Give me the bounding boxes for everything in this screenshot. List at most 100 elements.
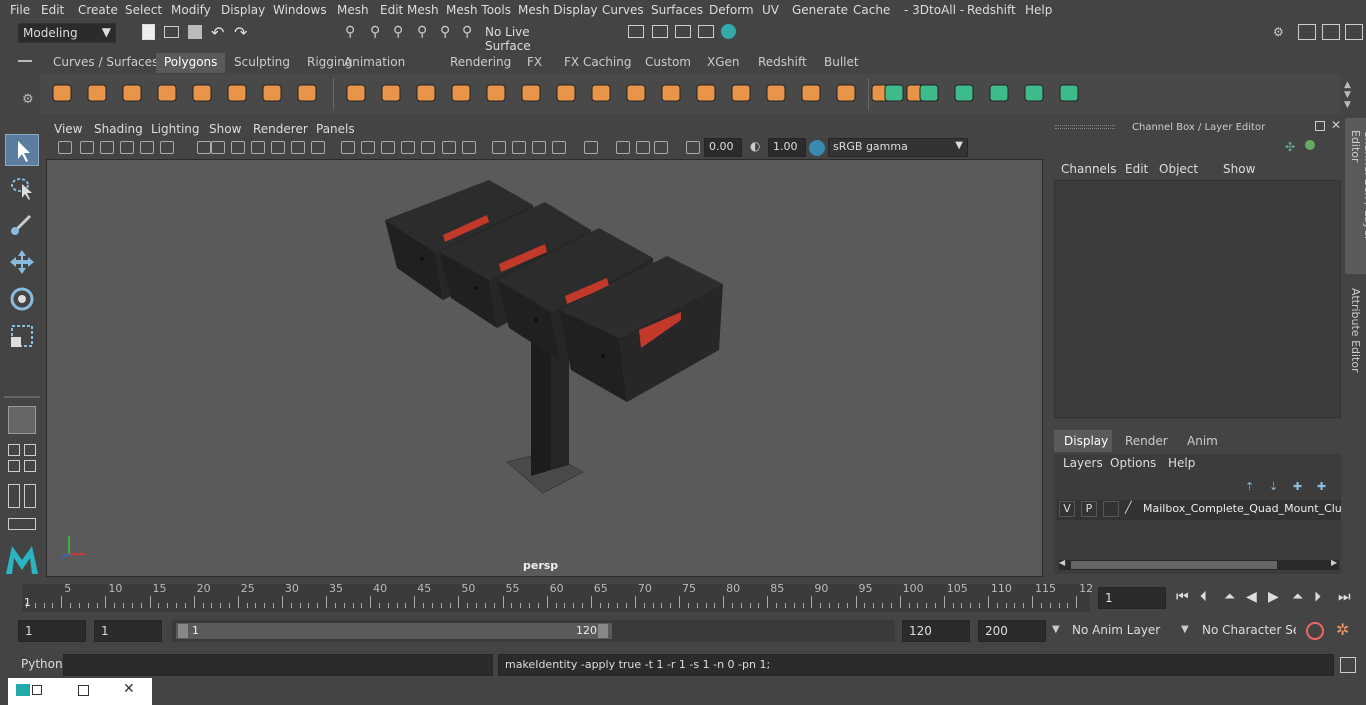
layer-playback-toggle[interactable]: P — [1081, 501, 1097, 517]
pyramid-icon[interactable] — [258, 79, 286, 107]
undo-icon[interactable]: ↶ — [211, 23, 227, 42]
shelf-tab-rendering[interactable]: Rendering — [442, 53, 519, 73]
new-layer-selected-icon[interactable]: ✚ — [1317, 480, 1326, 493]
smooth-icon[interactable] — [482, 79, 510, 107]
range-slider-bar[interactable] — [176, 623, 612, 639]
menu-file[interactable]: File — [10, 3, 30, 17]
time-editor-icon[interactable] — [8, 518, 36, 530]
close-icon[interactable]: ✕ — [1331, 118, 1341, 132]
menu-uv[interactable]: UV — [762, 3, 779, 17]
menu-curves[interactable]: Curves — [602, 3, 644, 17]
menu-modify[interactable]: Modify — [171, 3, 211, 17]
next-key-icon[interactable]: ⏶ — [1292, 589, 1303, 605]
script-editor-icon[interactable] — [1340, 657, 1356, 673]
menu-windows[interactable]: Windows — [273, 3, 327, 17]
select-object-icon[interactable]: ⚲ — [370, 24, 386, 40]
xray-components-icon[interactable] — [492, 141, 506, 154]
separate-icon[interactable] — [377, 79, 405, 107]
cylinder-icon[interactable] — [118, 79, 146, 107]
menu-display[interactable]: Display — [221, 3, 265, 17]
resolution-gate-icon[interactable] — [197, 141, 211, 154]
gamma-field[interactable]: 1.00 — [768, 138, 806, 157]
move-tool-icon[interactable] — [8, 248, 36, 279]
layer-menu-options[interactable]: Options — [1110, 456, 1156, 470]
layout-uv-icon[interactable] — [915, 79, 943, 107]
layer-color-icon[interactable]: ╱ — [1125, 501, 1132, 514]
select-hierarchy-icon[interactable]: ⚲ — [345, 24, 361, 40]
lights-icon[interactable] — [311, 141, 325, 154]
render-view-icon[interactable] — [652, 25, 668, 38]
panel-menu-renderer[interactable]: Renderer — [253, 122, 308, 136]
viewport-tool-28-icon[interactable] — [686, 141, 700, 154]
range-start-handle[interactable] — [178, 624, 188, 638]
frame-selected-icon[interactable] — [584, 141, 598, 154]
select-camera-icon[interactable] — [512, 141, 526, 154]
flat-shade-icon[interactable] — [271, 141, 285, 154]
move-layer-up-icon[interactable]: ⇡ — [1245, 480, 1254, 493]
command-input[interactable] — [63, 654, 493, 676]
live-surface-field[interactable]: No Live Surface — [481, 23, 581, 53]
close-icon[interactable]: ✕ — [123, 681, 135, 697]
auto-key-icon[interactable] — [1306, 622, 1324, 640]
menu-redshift[interactable]: Redshift — [967, 3, 1016, 17]
paint-select-icon[interactable] — [8, 210, 36, 241]
move-layer-down-icon[interactable]: ⇣ — [1269, 480, 1278, 493]
layer-tab-render[interactable]: Render — [1115, 430, 1173, 452]
animation-prefs-icon[interactable]: ✲ — [1336, 620, 1349, 639]
mode-selector[interactable]: Modeling ▼ — [18, 23, 116, 43]
side-tab-attribute-editor[interactable]: Attribute Editor — [1345, 280, 1366, 375]
outliner-layout-icon[interactable] — [24, 460, 36, 472]
range-end-handle[interactable] — [598, 624, 608, 638]
open-scene-icon[interactable] — [164, 26, 179, 38]
two-sided-icon[interactable] — [532, 141, 546, 154]
panel-menu-show[interactable]: Show — [209, 122, 241, 136]
shelf-tab-custom[interactable]: Custom — [637, 53, 699, 73]
layout-toggle-icon[interactable] — [1298, 24, 1316, 40]
pipe-icon[interactable] — [293, 79, 321, 107]
sphere-icon[interactable] — [48, 79, 76, 107]
ambient-occlusion-icon[interactable] — [361, 141, 375, 154]
camera-attrs-icon[interactable] — [80, 141, 94, 154]
film-gate-icon[interactable] — [160, 141, 174, 154]
channel-box-toggle-icon[interactable] — [1322, 24, 1340, 40]
redo-icon[interactable]: ↷ — [234, 23, 250, 42]
torus-icon[interactable] — [223, 79, 251, 107]
panel-menu-panels[interactable]: Panels — [316, 122, 355, 136]
layer-name[interactable]: Mailbox_Complete_Quad_Mount_Clus — [1143, 502, 1341, 515]
layer-visibility-toggle[interactable]: V — [1059, 501, 1075, 517]
single-perspective-layout-icon[interactable] — [8, 406, 36, 434]
range-slider[interactable]: 1 120 — [172, 620, 895, 642]
animation-start-field[interactable]: 1 — [18, 620, 86, 642]
perspective-viewport[interactable]: persp — [46, 159, 1043, 577]
unfold-uv-icon[interactable] — [880, 79, 908, 107]
persp-outliner-layout-icon[interactable] — [8, 460, 20, 472]
layer-display-type[interactable] — [1103, 501, 1119, 517]
menu-mesh-display[interactable]: Mesh Display — [518, 3, 598, 17]
snap-point-icon[interactable]: ⚲ — [462, 24, 478, 40]
sew-uv-icon[interactable] — [985, 79, 1013, 107]
play-forward-icon[interactable]: ▶ — [1268, 589, 1279, 605]
panel-grip-icon[interactable] — [1055, 125, 1115, 129]
snap-grid-icon[interactable]: ⚲ — [417, 24, 433, 40]
layer-tab-anim[interactable]: Anim — [1177, 430, 1227, 452]
persp-graph-layout-icon[interactable] — [24, 444, 36, 456]
playback-end-field[interactable]: 120 — [902, 620, 970, 642]
menu-help[interactable]: Help — [1025, 3, 1052, 17]
image-plane-icon[interactable] — [120, 141, 134, 154]
layer-row[interactable]: V P ╱ Mailbox_Complete_Quad_Mount_Clus — [1057, 500, 1341, 520]
shelf-tab-fx[interactable]: FX — [519, 53, 550, 73]
save-scene-icon[interactable] — [188, 25, 202, 39]
grid-icon[interactable] — [211, 141, 225, 154]
merge-icon[interactable] — [727, 79, 755, 107]
channel-status-icon[interactable] — [1305, 140, 1315, 150]
menu-edit[interactable]: Edit — [41, 3, 64, 17]
scroll-right-icon[interactable]: ▶ — [1331, 558, 1337, 567]
go-to-start-icon[interactable]: ⏮ — [1176, 589, 1189, 605]
rotate-tool-icon[interactable] — [8, 285, 36, 316]
script-language-label[interactable]: Python — [21, 657, 63, 671]
panel-menu-shading[interactable]: Shading — [94, 122, 143, 136]
extrude-icon[interactable] — [587, 79, 615, 107]
channel-menu-object[interactable]: Object — [1159, 162, 1198, 176]
combine-icon[interactable] — [342, 79, 370, 107]
play-backward-icon[interactable]: ◀ — [1246, 589, 1257, 605]
